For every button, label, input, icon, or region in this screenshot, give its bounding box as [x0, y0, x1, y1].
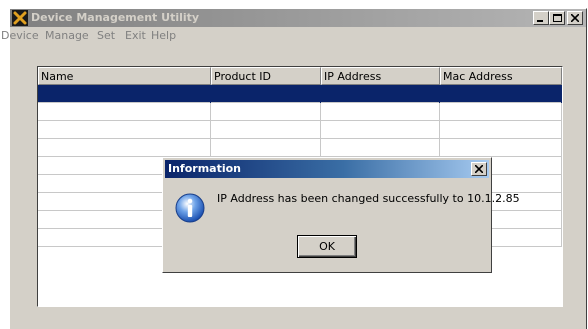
- menu-bar: Device Manage Set Exit Help: [1, 28, 587, 46]
- table-cell-mac-address: [440, 85, 562, 103]
- table-cell-ip-address: [321, 139, 440, 157]
- minimize-button[interactable]: [533, 11, 549, 25]
- table-row[interactable]: [38, 121, 562, 139]
- dialog-message: IP Address has been changed successfully…: [217, 192, 520, 205]
- column-header-mac-address[interactable]: Mac Address: [440, 67, 562, 85]
- main-window: Device Management Utility Device Manage …: [1, 8, 587, 329]
- table-row[interactable]: [38, 103, 562, 121]
- table-cell-product-id: [211, 139, 321, 157]
- device-list-header: Name Product ID IP Address Mac Address: [38, 67, 562, 85]
- table-row[interactable]: [38, 85, 562, 103]
- information-dialog: Information IP Address has been changed …: [162, 157, 520, 273]
- x-app-icon[interactable]: [12, 10, 28, 26]
- table-cell-ip-address: [321, 121, 440, 139]
- info-icon: [175, 193, 205, 223]
- close-button[interactable]: [567, 11, 583, 25]
- close-icon: [571, 14, 579, 22]
- menu-exit[interactable]: Exit: [125, 29, 146, 42]
- ok-button[interactable]: OK: [297, 235, 357, 258]
- dialog-close-button[interactable]: [471, 162, 487, 176]
- menu-help[interactable]: Help: [151, 29, 176, 42]
- table-cell-name: [38, 103, 211, 121]
- menu-manage[interactable]: Manage: [45, 29, 89, 42]
- table-cell-mac-address: [440, 103, 562, 121]
- table-cell-mac-address: [440, 121, 562, 139]
- column-header-product-id[interactable]: Product ID: [211, 67, 321, 85]
- close-icon: [475, 165, 483, 173]
- table-cell-name: [38, 139, 211, 157]
- table-row[interactable]: [38, 139, 562, 157]
- menu-set[interactable]: Set: [97, 29, 115, 42]
- minimize-icon: [537, 20, 543, 22]
- table-cell-product-id: [211, 121, 321, 139]
- title-bar[interactable]: Device Management Utility: [10, 9, 586, 27]
- table-cell-ip-address: [321, 103, 440, 121]
- table-cell-name: [38, 85, 211, 103]
- dialog-title: Information: [168, 162, 241, 175]
- table-cell-product-id: [211, 103, 321, 121]
- table-cell-name: [38, 121, 211, 139]
- table-cell-product-id: [211, 85, 321, 103]
- column-header-ip-address[interactable]: IP Address: [321, 67, 440, 85]
- dialog-title-bar[interactable]: Information: [165, 160, 489, 178]
- window-title: Device Management Utility: [31, 11, 200, 24]
- column-header-name[interactable]: Name: [38, 67, 211, 85]
- table-cell-mac-address: [440, 139, 562, 157]
- maximize-button[interactable]: [549, 11, 565, 25]
- menu-device[interactable]: Device: [1, 29, 39, 42]
- table-cell-ip-address: [321, 85, 440, 103]
- maximize-icon: [553, 14, 562, 22]
